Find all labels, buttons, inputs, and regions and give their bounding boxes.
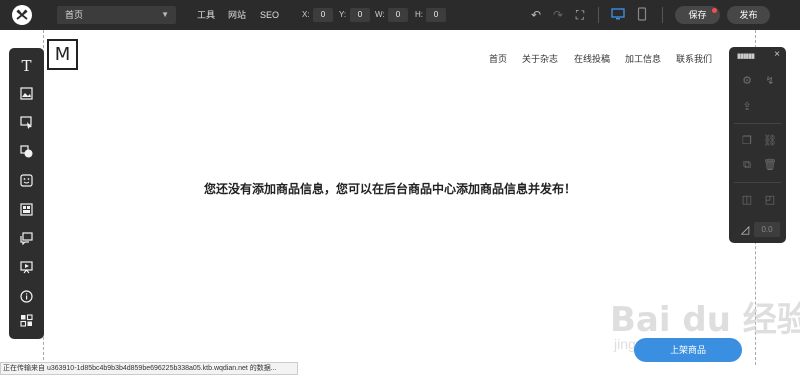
nav-submit[interactable]: 在线投稿 [574,52,610,65]
mobile-view-icon[interactable] [634,7,650,23]
site-logo[interactable]: M [47,39,78,70]
empty-products-message: 您还没有添加商品信息，您可以在后台商品中心添加商品信息并发布！ [203,182,576,196]
nav-home[interactable]: 首页 [489,52,507,65]
h-label: H: [415,10,423,19]
apps-tool-icon[interactable] [16,312,37,333]
left-tool-panel: T [9,48,44,339]
app-logo-icon[interactable] [12,5,32,25]
x-input[interactable]: 0 [313,8,333,22]
panel-drag-handle[interactable]: ▮▮▮▮▮▮ × [729,47,786,65]
tools-menu[interactable]: 工具 [197,0,215,30]
panel-divider [734,123,781,124]
x-label: X: [302,10,310,19]
duplicate-icon[interactable]: ⧉ [740,158,754,172]
layer-up-icon[interactable]: ◫ [740,193,754,207]
website-menu[interactable]: 网站 [228,0,246,30]
nav-processing[interactable]: 加工信息 [625,52,661,65]
y-label: Y: [339,10,347,19]
publish-button[interactable]: 发布 [727,6,770,24]
settings-icon[interactable]: ⚙ [740,74,754,88]
nav-about[interactable]: 关于杂志 [522,52,558,65]
save-label: 保存 [688,10,707,20]
w-label: W: [375,10,385,19]
add-product-button[interactable]: 上架商品 [634,338,742,362]
redo-icon[interactable]: ↷ [550,7,566,23]
upload-icon[interactable]: ⇪ [740,100,754,114]
slideshow-tool-icon[interactable] [16,259,37,280]
rotation-input[interactable]: 0.0 [754,222,780,237]
page-select[interactable]: 首页 ▼ [57,6,176,24]
animation-icon[interactable]: ↯ [763,74,777,88]
save-button[interactable]: 保存 [675,6,720,24]
layer-down-icon[interactable]: ◰ [763,193,777,207]
y-input[interactable]: 0 [350,8,370,22]
panel-divider [734,182,781,183]
text-tool-icon[interactable]: T [16,56,37,77]
watermark-logo: Bai du 经验 [610,300,800,340]
copy-icon[interactable]: ❐ [740,134,754,148]
select-tool-icon[interactable] [16,114,37,135]
desktop-view-icon[interactable] [610,7,626,23]
image-tool-icon[interactable] [16,85,37,106]
w-input[interactable]: 0 [388,8,408,22]
fullscreen-icon[interactable]: ⛶ [572,7,588,23]
chevron-down-icon: ▼ [161,10,169,19]
h-input[interactable]: 0 [426,8,446,22]
top-toolbar: 首页 ▼ 工具 网站 SEO X: 0 Y: 0 W: 0 H: 0 ↶ ↷ ⛶… [0,0,800,30]
info-tool-icon[interactable] [16,288,37,309]
close-icon[interactable]: × [774,49,780,60]
layout-tool-icon[interactable] [16,201,37,222]
toolbar-divider [598,7,599,23]
right-property-panel: ▮▮▮▮▮▮ × ⚙ ↯ ⇪ ❐ ⛓ ⧉ 🗑 ◫ ◰ ◿ 0.0 [729,47,786,243]
delete-icon[interactable]: 🗑 [763,158,777,172]
drag-grip-icon: ▮▮▮▮▮▮ [737,53,755,60]
status-bar: 正在传输来自 u363910-1d85bc4b9b3b4d859be696225… [0,362,298,375]
nav-contact[interactable]: 联系我们 [676,52,712,65]
seo-menu[interactable]: SEO [260,0,279,30]
undo-icon[interactable]: ↶ [528,7,544,23]
rotate-angle-icon: ◿ [740,224,750,236]
notification-dot [712,8,717,13]
shape-tool-icon[interactable] [16,143,37,164]
comment-tool-icon[interactable] [16,230,37,251]
toolbar-divider [662,7,663,23]
emoji-tool-icon[interactable] [16,172,37,193]
page-select-value: 首页 [65,10,84,20]
link-icon[interactable]: ⛓ [763,134,777,148]
